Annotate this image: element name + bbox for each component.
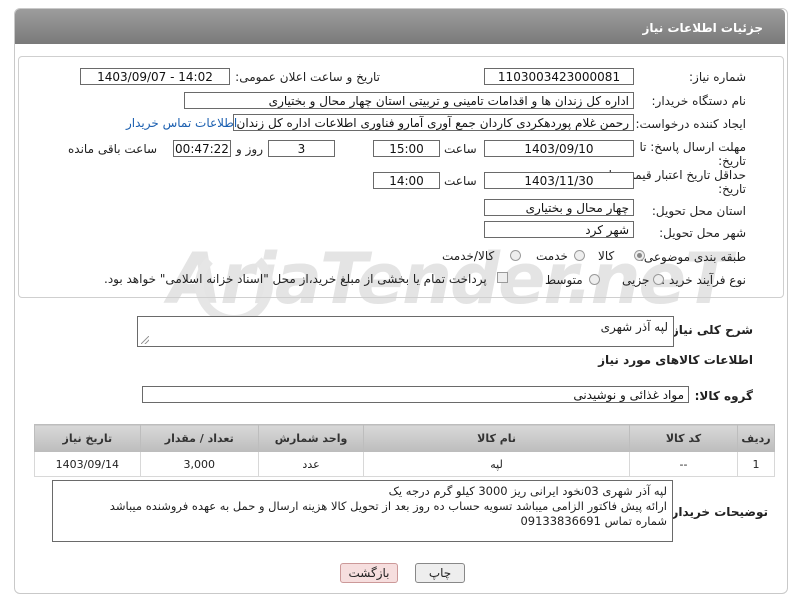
col-unit: واحد شمارش [257, 424, 365, 452]
buyer-label: نام دستگاه خریدار: [651, 94, 747, 108]
summary-text: لپه آذر شهری [600, 320, 668, 334]
process-radio-medium[interactable] [589, 274, 600, 285]
summary-label: شرح کلی نیاز: [667, 323, 753, 337]
col-row: ردیف [737, 424, 775, 452]
validity-date-label: تاریخ: [718, 182, 746, 196]
validity-time-field: 14:00 [373, 172, 440, 189]
creator-field: رحمن غلام پوردهکردی کاردان جمع آوری آمار… [233, 114, 634, 131]
col-date: تاریخ نیاز [34, 424, 141, 452]
cell-qty: 3,000 [139, 451, 259, 477]
need-number-label: شماره نیاز: [689, 70, 746, 84]
cell-unit: عدد [257, 451, 365, 477]
category-option-service: خدمت [536, 249, 568, 263]
validity-date-field: 1403/11/30 [484, 172, 634, 189]
remaining-time-field: 00:47:22 [173, 140, 231, 157]
cell-code: -- [628, 451, 739, 477]
payment-note: پرداخت تمام یا بخشی از مبلغ خرید،از محل … [104, 272, 487, 286]
buyer-notes-textarea[interactable]: لپه آذر شهری 03نخود ایرانی ریز 3000 کیلو… [52, 480, 673, 542]
treasury-checkbox[interactable] [497, 272, 508, 283]
category-radio-both[interactable] [510, 250, 521, 261]
category-option-goods: کالا [598, 249, 615, 263]
contact-info-link[interactable]: اطلاعات تماس خریدار [126, 116, 237, 130]
deadline-time-field: 15:00 [373, 140, 440, 157]
cell-row: 1 [737, 451, 775, 477]
announce-label: تاریخ و ساعت اعلان عمومی: [235, 70, 380, 84]
cell-name: لپه [363, 451, 630, 477]
remaining-time-label: ساعت باقی مانده [68, 142, 158, 156]
city-label: شهر محل تحویل: [659, 226, 746, 240]
city-field: شهر کرد [484, 221, 634, 238]
print-button[interactable]: چاپ [415, 563, 465, 583]
table-row[interactable]: 1 -- لپه عدد 3,000 1403/09/14 [34, 451, 775, 477]
days-label: روز و [236, 142, 263, 156]
goods-section-title: اطلاعات کالاهای مورد نیاز [598, 353, 753, 367]
buyer-notes-line: لپه آذر شهری 03نخود ایرانی ریز 3000 کیلو… [388, 484, 667, 498]
col-name: نام کالا [363, 424, 630, 452]
goods-group-label: گروه کالا: [694, 389, 753, 403]
buyer-notes-label: توضیحات خریدار: [666, 505, 768, 519]
announce-field: 1403/09/07 - 14:02 [80, 68, 230, 85]
process-label: نوع فرآیند خرید : [661, 273, 746, 287]
province-label: استان محل تحویل: [651, 204, 746, 218]
deadline-date-field: 1403/09/10 [484, 140, 634, 157]
days-field: 3 [268, 140, 335, 157]
summary-textarea[interactable]: لپه آذر شهری [137, 316, 674, 347]
deadline-label: مهلت ارسال پاسخ: تا [639, 140, 746, 154]
category-option-both: کالا/خدمت [442, 249, 495, 263]
category-radio-goods[interactable] [634, 250, 645, 261]
buyer-notes-line: شماره تماس 09133836691 [520, 514, 667, 528]
process-option-medium: متوسط [545, 273, 583, 287]
goods-group-field: مواد غذائی و نوشیدنی [142, 386, 689, 403]
category-label: طبقه بندی موضوعی: [639, 250, 746, 264]
title-bar: جزئیات اطلاعات نیاز [15, 9, 785, 44]
category-radio-service[interactable] [574, 250, 585, 261]
cell-date: 1403/09/14 [34, 451, 141, 477]
resize-grip[interactable] [141, 336, 149, 344]
deadline-date-label: تاریخ: [718, 154, 746, 168]
buyer-field: اداره کل زندان ها و اقدامات تامینی و ترب… [184, 92, 634, 109]
deadline-time-label: ساعت [444, 142, 477, 156]
need-number-field: 1103003423000081 [484, 68, 634, 85]
creator-label: ایجاد کننده درخواست: [635, 117, 746, 131]
col-qty: تعداد / مقدار [139, 424, 259, 452]
process-option-minor: جزیی [622, 273, 650, 287]
col-code: کد کالا [628, 424, 739, 452]
back-button[interactable]: بازگشت [340, 563, 398, 583]
validity-time-label: ساعت [444, 174, 477, 188]
province-field: چهار محال و بختیاری [484, 199, 634, 216]
page-title: جزئیات اطلاعات نیاز [642, 21, 763, 35]
buyer-notes-line: ارائه پیش فاکتور الزامی میباشد تسویه حسا… [109, 499, 667, 513]
process-radio-minor[interactable] [653, 274, 664, 285]
table-header-row: ردیف کد کالا نام کالا واحد شمارش تعداد /… [34, 424, 775, 452]
items-table: ردیف کد کالا نام کالا واحد شمارش تعداد /… [34, 424, 775, 477]
